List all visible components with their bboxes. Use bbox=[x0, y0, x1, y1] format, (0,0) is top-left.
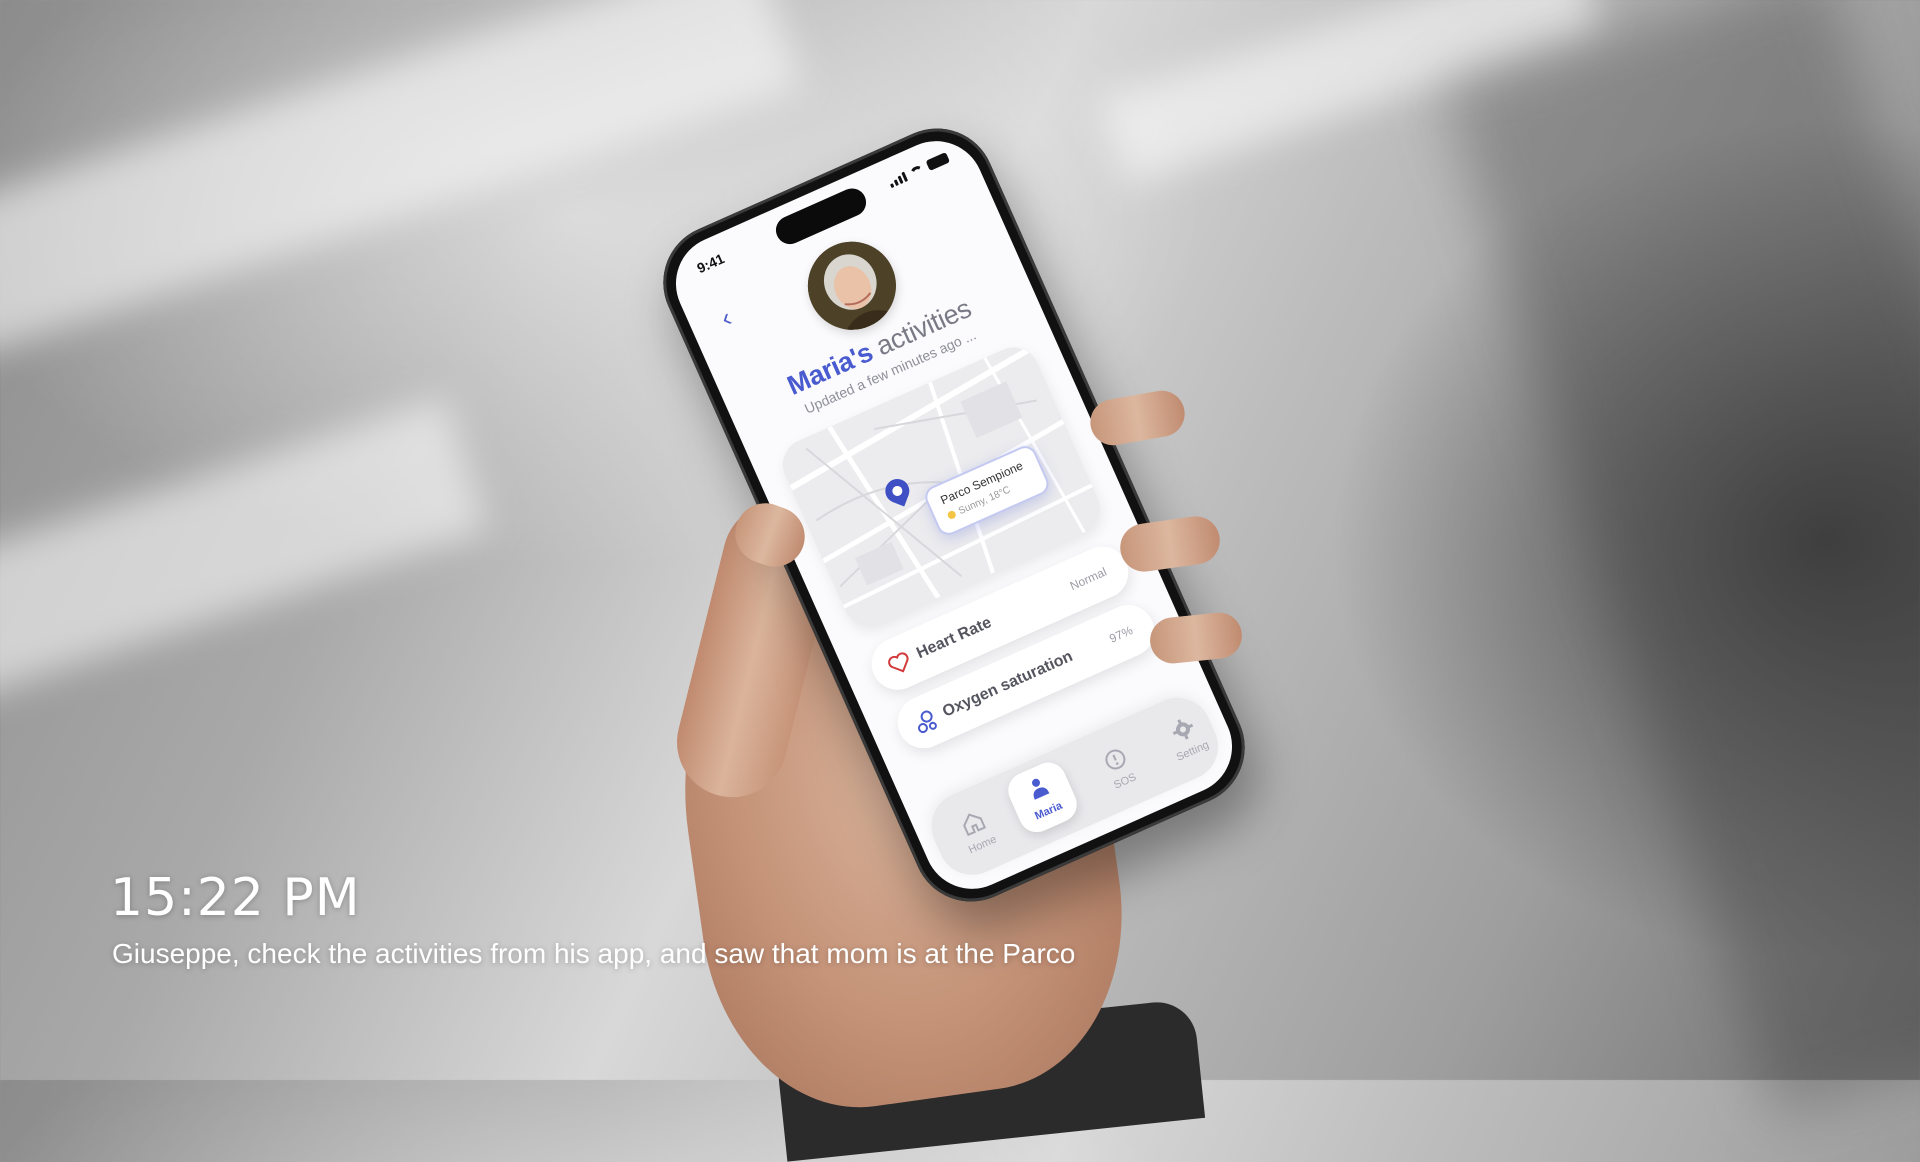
tab-home-label: Home bbox=[966, 833, 999, 857]
finger bbox=[1147, 610, 1245, 666]
status-time: 9:41 bbox=[694, 250, 727, 277]
oxygen-icon bbox=[917, 710, 937, 734]
tab-maria[interactable]: Maria bbox=[1002, 756, 1083, 838]
gear-icon bbox=[1172, 719, 1194, 740]
tab-sos[interactable]: SOS bbox=[1080, 729, 1159, 808]
tab-sos-label: SOS bbox=[1112, 771, 1139, 792]
sun-icon bbox=[946, 509, 958, 521]
home-icon bbox=[963, 813, 987, 837]
heart-rate-label: Heart Rate bbox=[914, 614, 995, 663]
wifi-icon bbox=[908, 163, 926, 179]
caption-time: 15:22 PM bbox=[110, 868, 361, 928]
oxygen-value: 97% bbox=[1107, 623, 1135, 646]
tab-setting-label: Setting bbox=[1174, 738, 1211, 764]
heart-rate-value: Normal bbox=[1067, 564, 1109, 594]
background-light-streak bbox=[0, 396, 488, 704]
caption-text: Giuseppe, check the activities from his … bbox=[112, 938, 1076, 969]
tab-setting[interactable]: Setting bbox=[1147, 699, 1226, 778]
tab-maria-label: Maria bbox=[1033, 799, 1065, 823]
signal-icon bbox=[888, 171, 909, 189]
back-button[interactable]: ‹ bbox=[708, 299, 745, 336]
chevron-left-icon: ‹ bbox=[715, 302, 737, 334]
alert-icon bbox=[1105, 749, 1126, 770]
background-shadow-streak bbox=[1442, 0, 1920, 1116]
tab-home[interactable]: Home bbox=[937, 792, 1016, 871]
finger bbox=[1086, 387, 1189, 449]
status-icons bbox=[887, 152, 951, 189]
battery-icon bbox=[925, 152, 951, 172]
person-icon bbox=[1032, 778, 1050, 800]
heart-icon bbox=[888, 652, 909, 673]
